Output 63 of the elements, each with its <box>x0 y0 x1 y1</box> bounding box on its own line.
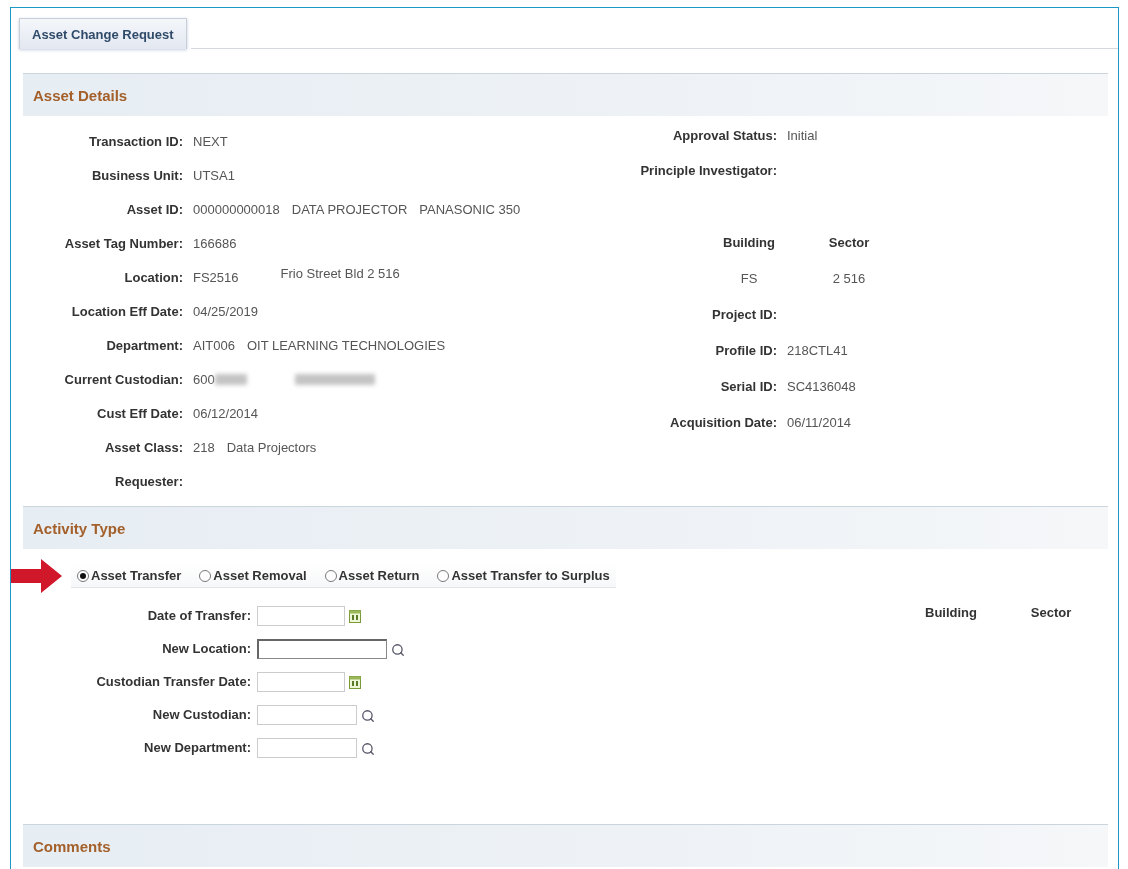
field-value: 04/25/2019 <box>193 303 259 319</box>
field-label: Acquisition Date: <box>669 414 777 430</box>
search-icon[interactable] <box>361 708 375 723</box>
field-label: Location Eff Date: <box>70 303 183 319</box>
table-cell-text: FS <box>739 270 759 286</box>
field-label: Cust Eff Date: <box>96 405 183 421</box>
radio-option[interactable]: Asset Removal <box>199 568 307 583</box>
column-header: Building <box>722 234 776 250</box>
field-label: New Department: <box>143 740 251 755</box>
field-label: Project ID: <box>711 306 777 322</box>
field-value: PANASONIC 350 <box>419 201 521 217</box>
field-label: Serial ID: <box>719 378 777 394</box>
field-value: Initial <box>787 127 818 143</box>
field-label: Department: <box>105 337 183 353</box>
search-icon[interactable] <box>391 642 405 657</box>
field-value: 06/12/2014 <box>193 405 259 421</box>
field-value: FS2516 <box>193 269 239 285</box>
date-field[interactable] <box>257 671 345 692</box>
section-header: Comments <box>23 824 1108 867</box>
field-value: OIT LEARNING TECHNOLOGIES <box>246 337 446 353</box>
field-value: 000000000018 <box>193 201 280 217</box>
field-label: Asset ID: <box>125 201 183 217</box>
field-label: Location: <box>123 269 183 285</box>
field-label: Principle Investigator: <box>639 162 777 178</box>
field-value: Frio Street Bld 2 516 <box>280 265 400 281</box>
section-header: Asset Details <box>23 73 1108 116</box>
field-value: AIT006 <box>193 337 235 353</box>
input-field[interactable] <box>257 638 387 659</box>
column-header: Sector <box>827 234 871 250</box>
calendar-icon[interactable] <box>349 609 361 623</box>
field-label: Asset Tag Number: <box>63 235 183 251</box>
radio-option[interactable]: Asset Return <box>324 568 420 583</box>
field-label: New Location: <box>161 641 251 656</box>
field-label: Current Custodian: <box>63 371 183 387</box>
field-label: Profile ID: <box>714 342 777 358</box>
field-label: New Custodian: <box>151 707 251 722</box>
field-value: Data Projectors <box>226 439 317 455</box>
section-header: Activity Type <box>23 506 1108 549</box>
tab[interactable]: Asset Change Request <box>19 18 187 49</box>
radio-option[interactable]: Asset Transfer <box>77 568 182 583</box>
field-value: 600 <box>193 371 215 387</box>
field-label: Date of Transfer: <box>146 608 251 623</box>
field-label: Custodian Transfer Date: <box>95 674 251 689</box>
field-value: 218 <box>193 439 215 455</box>
field-label: Asset Class: <box>103 439 183 455</box>
table-cell-text: 2 516 <box>831 270 867 286</box>
column-header: Building <box>924 605 978 621</box>
field-value: 06/11/2014 <box>787 414 852 430</box>
field-value: SC4136048 <box>787 378 856 394</box>
field-value: NEXT <box>193 133 228 149</box>
date-field[interactable] <box>257 605 345 626</box>
field-value: UTSA1 <box>193 167 235 183</box>
field-label: Transaction ID: <box>88 133 183 149</box>
field-label: Requester: <box>114 473 183 489</box>
radio-option[interactable]: Asset Transfer to Surplus <box>437 568 610 583</box>
field-label: Business Unit: <box>91 167 183 183</box>
calendar-icon[interactable] <box>349 675 361 689</box>
column-header: Sector <box>1029 605 1073 621</box>
search-icon[interactable] <box>361 741 375 756</box>
field-value: 166686 <box>193 235 237 251</box>
field-value: DATA PROJECTOR <box>291 201 408 217</box>
field-value: 218CTL41 <box>787 342 848 358</box>
field-label: Approval Status: <box>672 127 777 143</box>
